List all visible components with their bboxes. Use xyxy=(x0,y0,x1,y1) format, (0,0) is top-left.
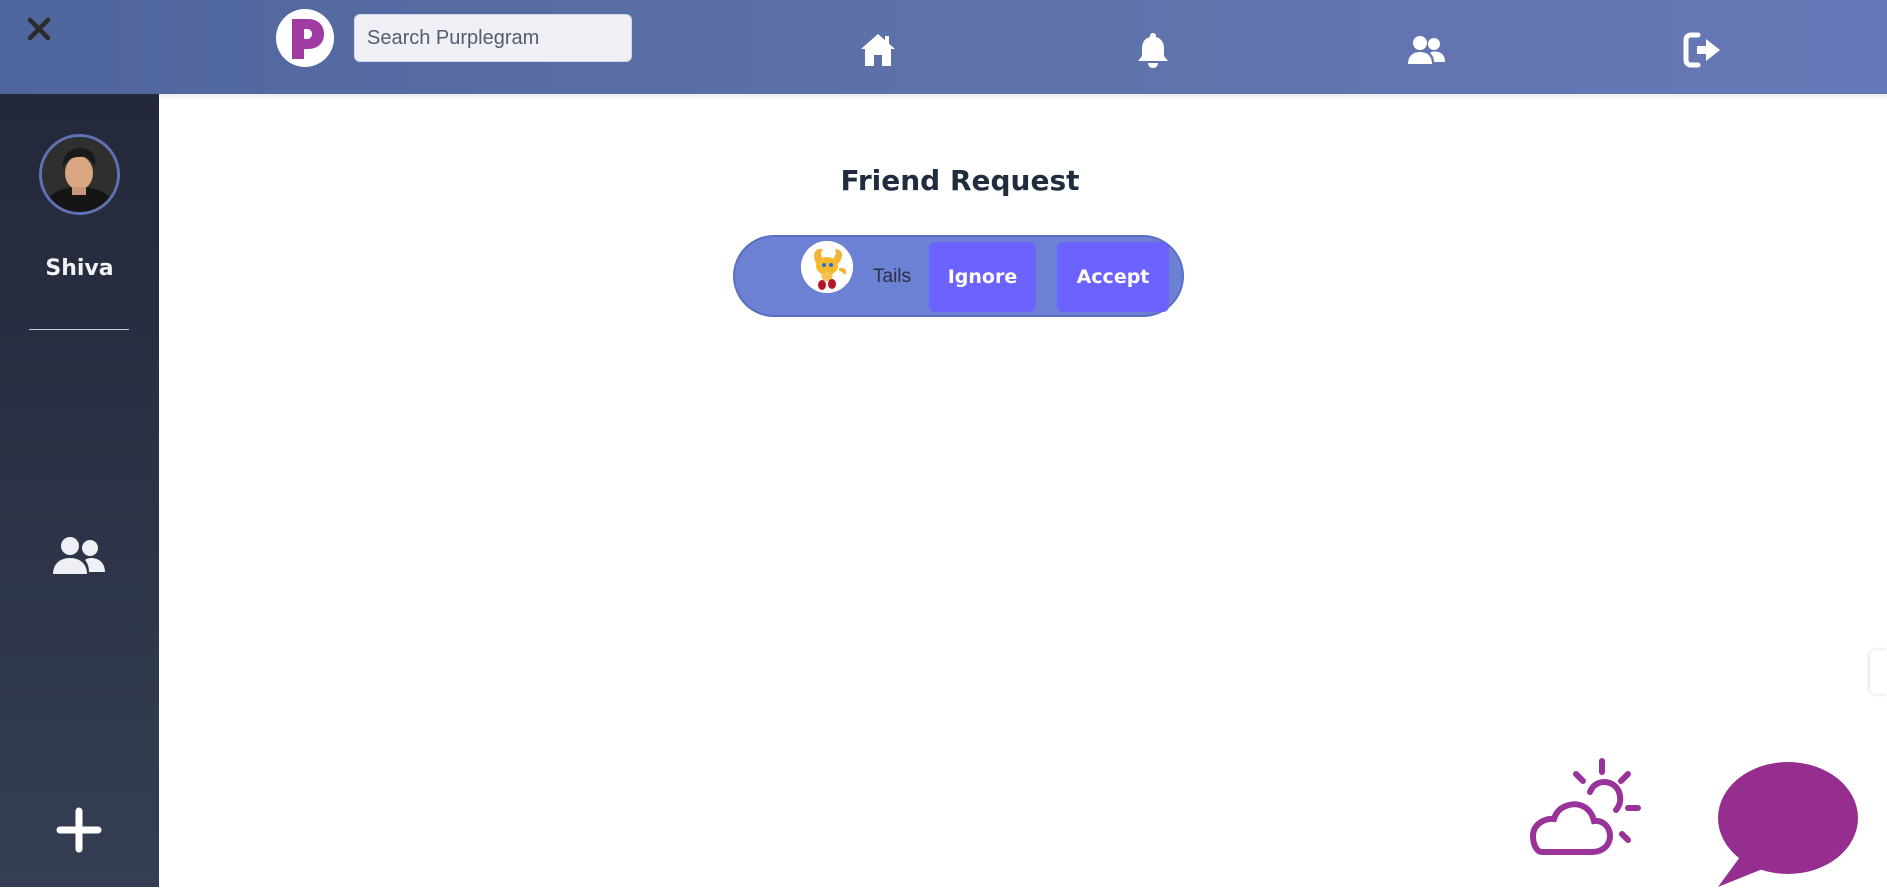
sidebar: Shiva xyxy=(0,94,159,887)
request-avatar[interactable] xyxy=(801,241,853,293)
accept-button[interactable]: Accept xyxy=(1057,242,1169,312)
close-icon[interactable] xyxy=(24,14,54,44)
logout-icon[interactable] xyxy=(1683,30,1723,70)
friends-icon[interactable] xyxy=(51,534,107,578)
user-avatar[interactable] xyxy=(39,134,120,215)
request-user-name: Tails xyxy=(873,266,912,287)
header-shadow xyxy=(159,94,1887,100)
friends-icon[interactable] xyxy=(1406,30,1446,70)
weather-icon[interactable] xyxy=(1524,758,1654,858)
user-name: Shiva xyxy=(45,256,114,281)
purplegram-logo[interactable] xyxy=(276,9,334,67)
chat-bubble-icon[interactable] xyxy=(1715,760,1860,887)
friend-request-card: Tails Ignore Accept xyxy=(733,235,1184,317)
page-title: Friend Request xyxy=(840,164,1080,197)
search-input[interactable] xyxy=(354,14,632,62)
ignore-button[interactable]: Ignore xyxy=(929,242,1036,312)
plus-icon[interactable] xyxy=(55,806,103,854)
bell-icon[interactable] xyxy=(1133,30,1173,70)
edge-handle[interactable] xyxy=(1870,650,1887,694)
top-navigation-bar xyxy=(0,0,1887,94)
sidebar-divider xyxy=(29,329,129,330)
home-icon[interactable] xyxy=(858,30,898,70)
